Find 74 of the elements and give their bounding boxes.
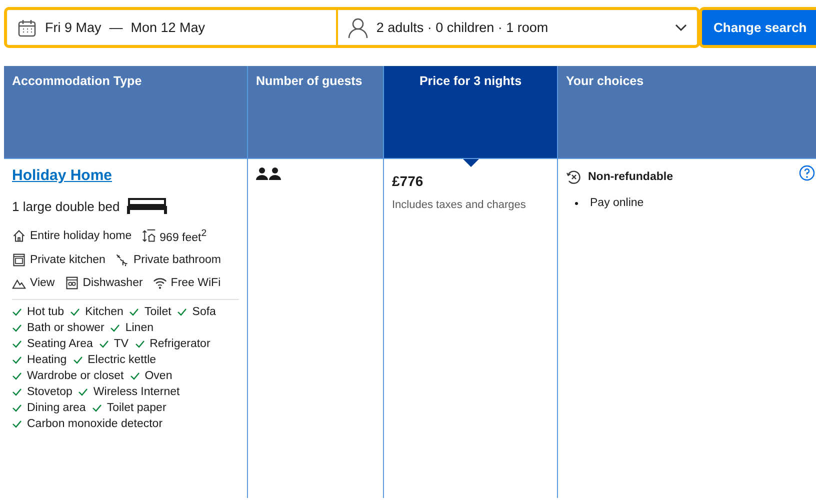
- change-search-button[interactable]: Change search: [698, 7, 816, 48]
- price-text: £776: [392, 173, 424, 189]
- amenity-text: Dining area: [27, 402, 86, 414]
- check-icon: [78, 386, 88, 397]
- date-separator: —: [109, 20, 123, 35]
- check-icon: [12, 322, 22, 333]
- bed-text: 1 large double bed: [12, 198, 120, 214]
- no-refund-icon: [566, 169, 582, 185]
- amenity-text: Stovetop: [27, 386, 72, 398]
- amenity-text: Toilet paper: [106, 402, 166, 414]
- help-icon[interactable]: [799, 165, 815, 181]
- check-icon: [12, 354, 22, 365]
- check-icon: [72, 354, 83, 365]
- facility-text: 969 feet$^{2}$: [160, 228, 207, 244]
- column-header: Accommodation Type: [4, 66, 247, 158]
- check-icon: [134, 338, 145, 349]
- facility-text: View: [30, 276, 55, 289]
- amenity-text: Refrigerator: [150, 338, 210, 350]
- check-icon: [129, 306, 140, 317]
- amenity-text: Kitchen: [85, 306, 124, 318]
- guests-text: 2 adults · 0 children · 1 room: [376, 20, 548, 35]
- room-name-link[interactable]: Holiday Home: [12, 167, 112, 184]
- column-header: Price for 3 nights: [384, 66, 557, 158]
- amenity-text: Toilet: [144, 306, 172, 318]
- check-in-date: Fri 9 May: [45, 20, 102, 35]
- check-icon: [12, 370, 22, 381]
- check-out-date: Mon 12 May: [130, 20, 206, 35]
- amenity-text: Electric kettle: [88, 354, 156, 366]
- calendar-icon: [17, 18, 37, 38]
- column-header: Your choices: [558, 66, 816, 158]
- check-icon: [130, 370, 140, 381]
- check-icon: [12, 418, 22, 429]
- person-icon: [348, 16, 368, 38]
- price-note: Includes taxes and charges: [392, 199, 527, 211]
- amenity-text: TV: [114, 338, 129, 350]
- check-icon: [12, 306, 22, 317]
- amenity-text: Sofa: [192, 306, 216, 318]
- amenity-text: Carbon monoxide detector: [27, 418, 163, 430]
- date-field[interactable]: Fri 9 May — Mon 12 May: [4, 7, 338, 48]
- wifi-icon: [152, 276, 167, 290]
- amenity-text: Hot tub: [27, 306, 64, 318]
- check-icon: [70, 306, 80, 317]
- kitchen-icon: [12, 252, 26, 267]
- guests-field[interactable]: 2 adults · 0 children · 1 room: [337, 7, 700, 48]
- amenity-text: Oven: [144, 370, 172, 382]
- amenity-text: Wardrobe or closet: [27, 370, 124, 382]
- choice-text: Pay online: [590, 197, 644, 209]
- facility-text: Dishwasher: [82, 276, 143, 289]
- amenity-text: Seating Area: [27, 338, 93, 350]
- amenity-text: Linen: [125, 322, 154, 334]
- amenity-text: Wireless Internet: [93, 386, 180, 398]
- facility-text: Free WiFi: [170, 276, 221, 289]
- check-icon: [92, 402, 102, 413]
- bed-icon: [126, 198, 168, 214]
- policy-text: Non-refundable: [588, 171, 673, 183]
- facility-text: Private bathroom: [133, 254, 222, 266]
- guests-icon: [256, 167, 282, 180]
- check-icon: [110, 322, 120, 333]
- facility-text: Entire holiday home: [30, 230, 132, 242]
- check-icon: [12, 338, 22, 349]
- dishwasher-icon: [64, 276, 79, 290]
- area-icon: [142, 228, 156, 243]
- check-icon: [12, 402, 22, 413]
- check-icon: [12, 386, 22, 397]
- home-icon: [12, 228, 26, 243]
- column-header: Number of guests: [248, 66, 383, 158]
- facility-text: Private kitchen: [30, 254, 106, 266]
- header-pointer: [462, 159, 478, 167]
- bullet-icon: [575, 202, 578, 204]
- check-icon: [98, 338, 109, 349]
- check-icon: [177, 306, 188, 317]
- amenity-text: Heating: [27, 354, 67, 366]
- amenity-text: Bath or shower: [27, 322, 104, 334]
- chevron-down-icon: [674, 24, 687, 32]
